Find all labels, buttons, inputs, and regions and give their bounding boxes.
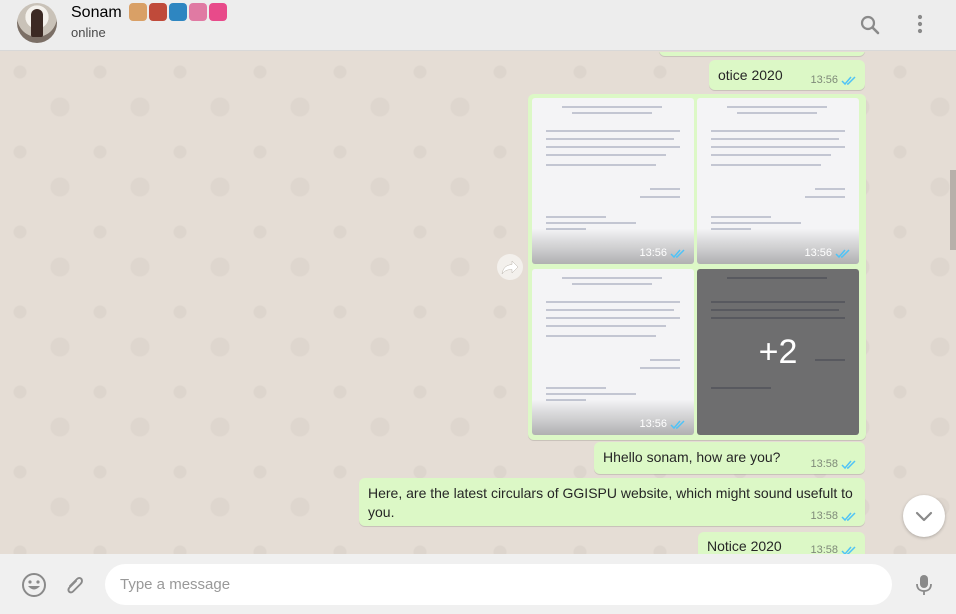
contact-name[interactable]: Sonam [71,4,122,22]
message-meta: 13:58 [810,544,857,554]
chat-panel: otice 2020 13:56 13:56 13:56 13:56 +2 Hh… [0,52,956,554]
menu-icon[interactable] [908,13,932,37]
read-ticks-icon [841,459,856,469]
chevron-down-icon [915,511,933,522]
message-text: Notice 2020 [707,538,782,554]
message-time: 13:56 [810,74,838,86]
chat-scrollbar[interactable] [950,170,956,250]
album-image-meta: 13:56 [804,247,851,259]
avatar[interactable] [17,3,57,43]
message-text: Hhello sonam, how are you? [603,449,781,465]
contact-emoji-strip [129,3,227,21]
message-time: 13:58 [810,510,838,522]
message-bubble[interactable]: Hhello sonam, how are you? 13:58 [594,442,865,474]
emoji-icon [129,3,147,21]
emoji-icon[interactable] [21,572,47,598]
attach-icon[interactable] [62,572,88,598]
message-input[interactable]: Type a message [105,564,892,605]
message-text: Here, are the latest circulars of GGISPU… [368,485,853,520]
read-ticks-icon [841,511,856,521]
message-time: 13:56 [639,247,667,259]
contact-status: online [71,25,106,40]
message-bubble-partial [659,52,865,56]
emoji-icon [169,3,187,21]
read-ticks-icon [841,75,856,85]
message-time: 13:58 [810,544,838,554]
read-ticks-icon [841,545,856,554]
message-bubble[interactable]: Here, are the latest circulars of GGISPU… [359,478,865,526]
album-image[interactable]: 13:56 [532,98,694,264]
composer-bar: Type a message [0,554,956,614]
message-bubble[interactable]: otice 2020 13:56 [709,60,865,90]
message-meta: 13:56 [810,74,857,86]
microphone-icon[interactable] [911,572,937,598]
message-bubble[interactable]: Notice 2020 13:58 [698,532,865,554]
album-image[interactable]: 13:56 [697,98,859,264]
message-time: 13:56 [804,247,832,259]
emoji-icon [209,3,227,21]
read-ticks-icon [670,419,685,429]
chat-header: Sonam online [0,0,956,51]
emoji-icon [149,3,167,21]
album-image-meta: 13:56 [639,418,686,430]
search-icon[interactable] [858,13,882,37]
read-ticks-icon [670,248,685,258]
image-album: 13:56 13:56 13:56 +2 [528,94,866,440]
scroll-to-bottom-button[interactable] [903,495,945,537]
emoji-icon [189,3,207,21]
message-time: 13:58 [810,458,838,470]
message-meta: 13:58 [810,458,857,470]
message-text: otice 2020 [718,67,783,83]
message-time: 13:56 [639,418,667,430]
forward-icon[interactable] [497,254,523,280]
album-more-count: +2 [697,269,859,435]
album-more-images[interactable]: +2 [697,269,859,435]
album-image-meta: 13:56 [639,247,686,259]
message-meta: 13:58 [810,510,857,522]
album-image[interactable]: 13:56 [532,269,694,435]
read-ticks-icon [835,248,850,258]
